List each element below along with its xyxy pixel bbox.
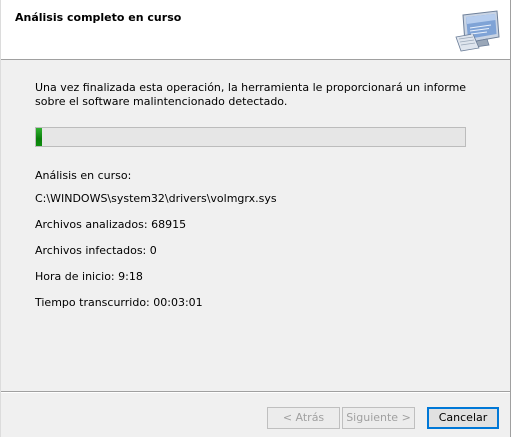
wizard-header: Análisis completo en curso — [1, 0, 510, 60]
footer-divider — [1, 391, 510, 393]
computer-scan-icon — [455, 10, 500, 52]
elapsed-time: Tiempo transcurrido: 00:03:01 — [35, 296, 203, 309]
current-file-path: C:\WINDOWS\system32\drivers\volmgrx.sys — [35, 192, 277, 205]
files-scanned-count: Archivos analizados: 68915 — [35, 218, 187, 231]
scan-progress-bar — [35, 127, 466, 147]
description-area: Una vez finalizada esta operación, la he… — [35, 81, 475, 109]
back-button[interactable]: < Atrás — [267, 407, 340, 429]
start-time: Hora de inicio: 9:18 — [35, 270, 143, 283]
description-text: Una vez finalizada esta operación, la he… — [35, 81, 467, 108]
wizard-window: Análisis completo en curso Una vez final… — [0, 0, 511, 437]
page-title: Análisis completo en curso — [15, 11, 182, 24]
next-button[interactable]: Siguiente > — [342, 407, 415, 429]
cancel-button[interactable]: Cancelar — [427, 407, 499, 429]
progress-fill — [36, 128, 43, 146]
status-label: Análisis en curso: — [35, 169, 132, 182]
files-infected-count: Archivos infectados: 0 — [35, 244, 157, 257]
